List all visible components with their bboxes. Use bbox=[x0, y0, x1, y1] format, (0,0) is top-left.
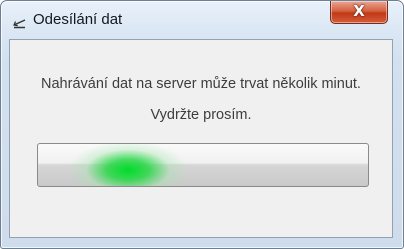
progress-bar bbox=[37, 143, 369, 187]
window-title: Odesílání dat bbox=[33, 11, 123, 28]
message-text: Nahrávání dat na server může trvat někol… bbox=[41, 76, 361, 92]
progress-marquee bbox=[68, 144, 188, 186]
wait-text: Vydržte prosím. bbox=[150, 107, 252, 123]
upload-arrow-icon bbox=[13, 19, 26, 29]
close-button[interactable]: X bbox=[330, 1, 388, 24]
title-bar[interactable]: Odesílání dat X bbox=[1, 1, 403, 39]
dialog-content: Nahrávání dat na server může trvat někol… bbox=[9, 39, 393, 238]
dialog-window: Odesílání dat X Nahrávání dat na server … bbox=[0, 0, 404, 249]
close-icon: X bbox=[353, 2, 365, 20]
